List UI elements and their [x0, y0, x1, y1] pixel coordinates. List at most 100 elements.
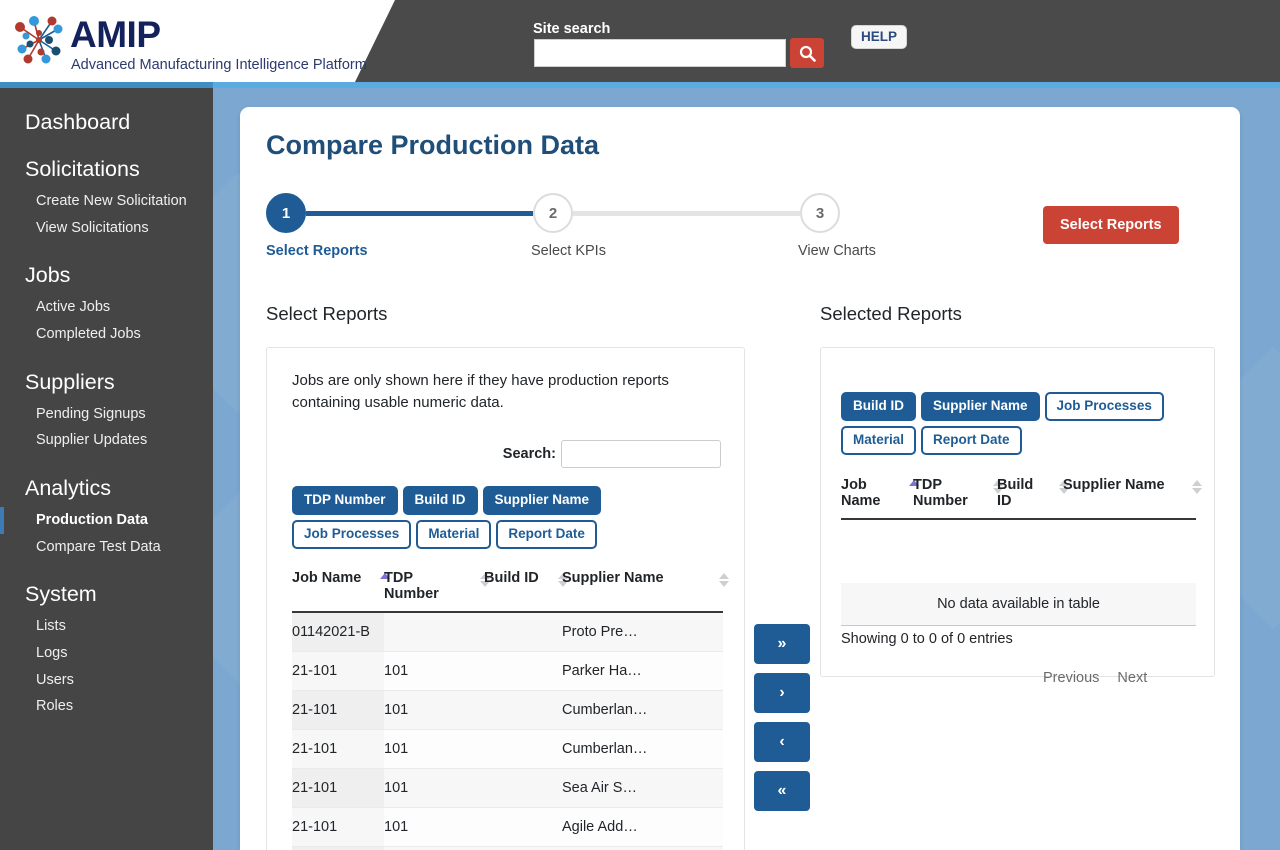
step-2-number: 2	[548, 204, 558, 222]
step-3-label: View Charts	[798, 243, 876, 259]
table-row[interactable]: 21-101 101 Cumberlan…	[292, 729, 723, 769]
table-row[interactable]: 21-101101 Agile Add…	[292, 846, 723, 850]
left-column-toggles: TDP Number Build ID Supplier Name Job Proce…	[292, 486, 722, 549]
column-toggle-report-date[interactable]: Report Date	[921, 425, 1022, 455]
column-header-label: Job Name	[292, 570, 362, 586]
sidebar-item-compare-test-data[interactable]: Compare Test Data	[0, 534, 213, 561]
column-header-label: TDP Number	[913, 477, 968, 509]
sidebar-item-logs[interactable]: Logs	[0, 640, 213, 667]
sidebar-group-title-solicitations[interactable]: Solicitations	[0, 157, 213, 182]
site-search-button[interactable]	[790, 38, 824, 68]
column-toggle-supplier-name[interactable]: Supplier Name	[921, 392, 1040, 421]
column-toggle-tdp-number[interactable]: TDP Number	[292, 486, 398, 515]
right-empty-message: No data available in table	[841, 583, 1196, 626]
table-header-row: Job Name TDP Number Build ID Supplier Name	[292, 561, 729, 613]
sidebar-item-dashboard[interactable]: Dashboard	[0, 110, 213, 135]
select-reports-action-button[interactable]: Select Reports	[1043, 206, 1179, 244]
column-header-label: Job Name	[841, 477, 881, 509]
sidebar-group-title-system[interactable]: System	[0, 582, 213, 607]
step-2-circle[interactable]: 2	[533, 193, 573, 233]
cell-job-name: 21-101	[292, 729, 384, 769]
content-background: Compare Production Data 1 2 3 Select Rep…	[213, 88, 1280, 850]
sidebar-item-create-new-solicitation[interactable]: Create New Solicitation	[0, 188, 213, 215]
column-header-build-id[interactable]: Build ID	[484, 561, 568, 613]
main-card: Compare Production Data 1 2 3 Select Rep…	[240, 107, 1240, 850]
left-search-row: Search:	[503, 440, 721, 468]
cell-build-id	[484, 612, 562, 652]
table-row[interactable]: 21-101101 Agile Add…	[292, 807, 723, 847]
step-3-number: 3	[815, 204, 825, 222]
sidebar-item-active-jobs[interactable]: Active Jobs	[0, 294, 213, 321]
brand-tagline: Advanced Manufacturing Intelligence Plat…	[71, 57, 367, 73]
add-all-button[interactable]: »	[754, 624, 810, 664]
sidebar-item-completed-jobs[interactable]: Completed Jobs	[0, 321, 213, 348]
site-search-input[interactable]	[534, 39, 786, 67]
table-row[interactable]: 21-101 101 Cumberlan…	[292, 690, 723, 730]
column-header-build-id[interactable]: Build ID	[997, 468, 1069, 520]
sidebar-item-production-data[interactable]: Production Data	[0, 507, 213, 534]
left-reports-table: Job Name TDP Number Build ID Supplier Name 0…	[292, 561, 729, 850]
column-toggle-job-processes[interactable]: Job Processes	[1044, 392, 1164, 421]
step-1-circle[interactable]: 1	[266, 193, 306, 233]
column-toggle-report-date[interactable]: Report Date	[496, 519, 597, 549]
next-page-button[interactable]: Next	[1117, 670, 1147, 686]
column-header-label: Supplier Name	[562, 570, 664, 586]
column-toggle-material[interactable]: Material	[416, 519, 492, 549]
cell-tdp-number: 101	[384, 768, 484, 808]
cell-supplier-name: Cumberlan…	[562, 690, 723, 730]
column-header-supplier-name[interactable]: Supplier Name	[1063, 468, 1202, 520]
right-reports-table: Job Name TDP Number Build ID Supplier Name	[841, 468, 1202, 520]
step-2-label: Select KPIs	[531, 243, 606, 259]
sidebar-group-title-analytics[interactable]: Analytics	[0, 476, 213, 501]
column-header-job-name[interactable]: Job Name	[292, 561, 390, 613]
column-header-job-name[interactable]: Job Name	[841, 468, 919, 520]
sidebar-item-lists[interactable]: Lists	[0, 613, 213, 640]
sidebar-item-supplier-updates[interactable]: Supplier Updates	[0, 427, 213, 454]
molecule-network-icon	[8, 9, 70, 71]
cell-job-name: 21-101	[292, 807, 384, 847]
sidebar-group-title-jobs[interactable]: Jobs	[0, 263, 213, 288]
sidebar-group-title-suppliers[interactable]: Suppliers	[0, 370, 213, 395]
table-row[interactable]: 21-101 101 Parker Ha…	[292, 651, 723, 691]
step-1-number: 1	[281, 204, 291, 222]
add-one-button[interactable]: ›	[754, 673, 810, 713]
previous-page-button[interactable]: Previous	[1043, 670, 1099, 686]
sidebar-item-roles[interactable]: Roles	[0, 693, 213, 720]
cell-build-id	[484, 651, 562, 691]
sidebar-item-view-solicitations[interactable]: View Solicitations	[0, 215, 213, 242]
remove-one-button[interactable]: ‹	[754, 722, 810, 762]
cell-supplier-name: Agile Add…	[562, 807, 723, 847]
cell-build-id	[484, 768, 562, 808]
sidebar-group: Jobs Active Jobs Completed Jobs	[0, 263, 213, 347]
app-header: AMIP Advanced Manufacturing Intelligence…	[0, 0, 1280, 82]
step-3-circle[interactable]: 3	[800, 193, 840, 233]
column-header-tdp-number[interactable]: TDP Number	[384, 561, 490, 613]
sidebar-nav: Dashboard Solicitations Create New Solici…	[0, 88, 213, 850]
column-toggle-build-id[interactable]: Build ID	[841, 392, 916, 421]
column-toggle-material[interactable]: Material	[841, 425, 917, 455]
sidebar-item-users[interactable]: Users	[0, 667, 213, 694]
sidebar-item-pending-signups[interactable]: Pending Signups	[0, 401, 213, 428]
column-header-supplier-name[interactable]: Supplier Name	[562, 561, 729, 613]
column-toggle-build-id[interactable]: Build ID	[402, 486, 478, 515]
column-header-tdp-number[interactable]: TDP Number	[913, 468, 1003, 520]
sidebar-group: Solicitations Create New Solicitation View…	[0, 157, 213, 241]
cell-tdp-number: 101	[384, 846, 484, 850]
table-header-row: Job Name TDP Number Build ID Supplier Name	[841, 468, 1202, 520]
cell-tdp-number: 101	[384, 651, 484, 691]
step-1-label: Select Reports	[266, 243, 368, 259]
column-toggle-job-processes[interactable]: Job Processes	[292, 519, 412, 549]
remove-all-button[interactable]: «	[754, 771, 810, 811]
right-panel-box: Build ID Supplier Name Job Processes Materi…	[820, 347, 1215, 686]
cell-tdp-number: 101	[384, 690, 484, 730]
site-search-label: Site search	[533, 21, 611, 37]
table-row[interactable]: 21-101 101 Sea Air S…	[292, 768, 723, 808]
table-row[interactable]: 01142021-B Proto Pre…	[292, 612, 723, 652]
cell-supplier-name: Proto Pre…	[562, 612, 723, 652]
right-column-toggles: Build ID Supplier Name Job Processes Materi…	[841, 392, 1196, 455]
help-button[interactable]: HELP	[851, 25, 908, 49]
transfer-buttons: » › ‹ «	[754, 624, 810, 811]
column-toggle-supplier-name[interactable]: Supplier Name	[482, 486, 602, 515]
left-search-input[interactable]	[561, 440, 721, 468]
cell-build-id	[484, 807, 562, 847]
